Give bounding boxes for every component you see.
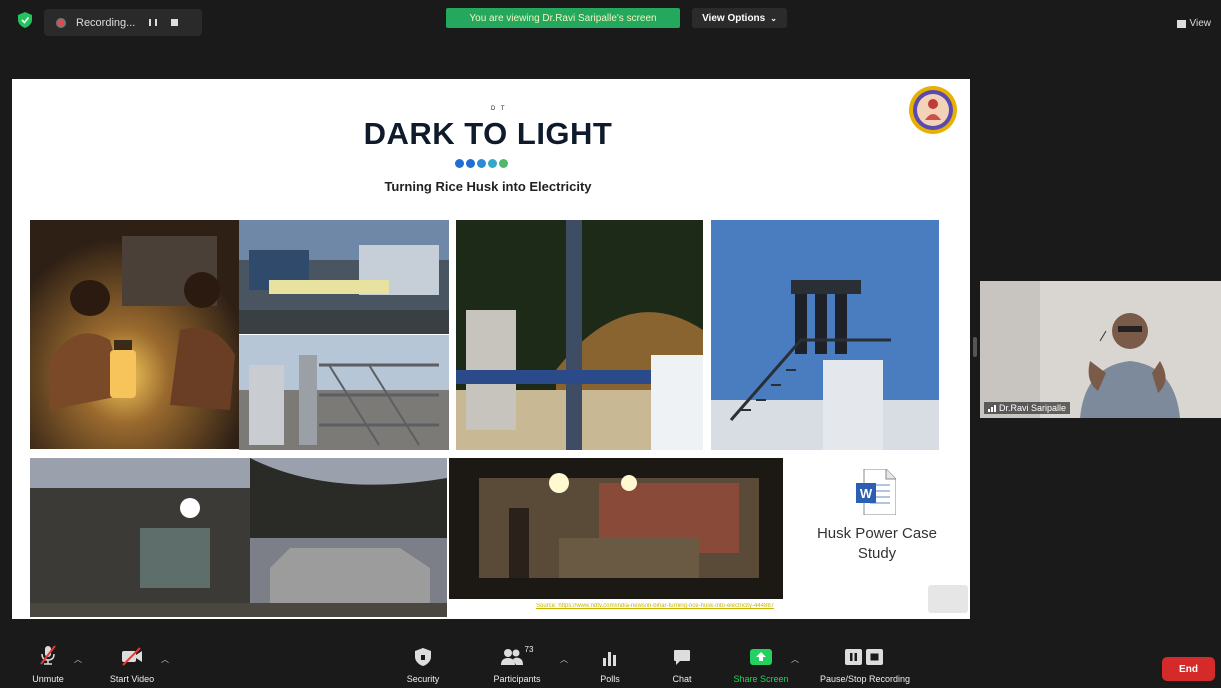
chat-button[interactable]: Chat <box>666 640 698 688</box>
security-shield-icon <box>415 648 431 666</box>
view-options-button[interactable]: View Options ⌄ <box>692 8 787 28</box>
photo-gasifier-plant <box>239 335 449 450</box>
participants-count: 73 <box>524 645 534 654</box>
share-screen-caret-icon[interactable]: ︿ <box>791 654 799 665</box>
recording-indicator: Recording... <box>44 9 202 36</box>
recording-label: Recording... <box>76 16 136 29</box>
signal-strength-icon <box>988 404 996 412</box>
stop-recording-icon[interactable] <box>171 19 179 26</box>
chat-icon <box>674 650 690 665</box>
shield-icon[interactable] <box>18 12 32 28</box>
photo-husk-pile <box>456 220 703 450</box>
unmute-button[interactable]: Unmute <box>26 640 70 688</box>
view-button[interactable]: View <box>1176 18 1212 29</box>
slide-corner-box <box>928 585 968 613</box>
grid-view-icon <box>1176 19 1186 28</box>
chat-label: Chat <box>672 674 692 684</box>
start-video-label: Start Video <box>109 674 155 684</box>
video-off-icon <box>122 647 142 666</box>
doc-icon-letter: W <box>860 486 873 501</box>
photo-building-dusk <box>30 458 447 617</box>
participant-name-tag: Dr.Ravi Saripalle <box>984 402 1071 414</box>
polls-icon <box>603 652 616 666</box>
muted-microphone-icon <box>40 645 56 665</box>
share-screen-button[interactable]: Share Screen <box>728 640 794 688</box>
meeting-toolbar: Unmute ︿ Start Video ︿ Security 73 Parti… <box>0 640 1221 688</box>
share-screen-icon <box>750 649 772 665</box>
title-dot <box>477 159 486 168</box>
pause-stop-recording-icon <box>845 649 883 665</box>
polls-label: Polls <box>600 674 620 684</box>
share-screen-label: Share Screen <box>733 674 789 684</box>
participant-name: Dr.Ravi Saripalle <box>999 403 1067 413</box>
splitter-handle[interactable] <box>973 337 977 357</box>
title-dots <box>455 159 508 168</box>
photo-children-lantern <box>30 220 239 449</box>
viewing-screen-banner: You are viewing Dr.Ravi Saripalle's scre… <box>446 8 680 28</box>
participant-video-tile[interactable]: Dr.Ravi Saripalle <box>980 281 1221 418</box>
title-dot <box>488 159 497 168</box>
title-dot <box>466 159 475 168</box>
photo-workers-tower <box>711 220 939 450</box>
shared-screen-slide: D T DARK TO LIGHT Turning Rice Husk into… <box>12 79 970 619</box>
participants-button[interactable]: 73 Participants <box>488 640 546 688</box>
view-label: View <box>1189 18 1212 29</box>
view-options-label: View Options <box>702 12 766 24</box>
word-document-icon[interactable]: W <box>856 469 896 515</box>
top-bar: Recording... You are viewing Dr.Ravi Sar… <box>0 0 1221 40</box>
security-label: Security <box>406 674 440 684</box>
start-video-button[interactable]: Start Video <box>104 640 160 688</box>
recording-dot-icon <box>56 17 66 28</box>
college-logo <box>909 86 957 134</box>
pause-recording-icon[interactable] <box>149 19 158 26</box>
chevron-down-icon: ⌄ <box>770 13 777 23</box>
participants-icon <box>500 649 523 665</box>
end-meeting-button[interactable]: End <box>1162 657 1215 681</box>
title-dot <box>499 159 508 168</box>
polls-button[interactable]: Polls <box>594 640 626 688</box>
participants-label: Participants <box>493 674 541 684</box>
security-button[interactable]: Security <box>400 640 446 688</box>
dt-mark: D T <box>491 106 507 112</box>
video-options-caret-icon[interactable]: ︿ <box>161 654 169 665</box>
participants-caret-icon[interactable]: ︿ <box>560 654 568 665</box>
title-dot <box>455 159 464 168</box>
slide-subtitle: Turning Rice Husk into Electricity <box>384 179 592 194</box>
photo-market-street <box>239 220 449 334</box>
slide-title: DARK TO LIGHT <box>363 116 613 151</box>
photo-night-shop <box>449 458 783 599</box>
audio-options-caret-icon[interactable]: ︿ <box>74 654 82 665</box>
pause-stop-recording-label: Pause/Stop Recording <box>819 674 911 684</box>
source-link[interactable]: Source: https://www.ndtv.com/india-news/… <box>536 603 936 609</box>
participant-video <box>980 281 1221 418</box>
unmute-label: Unmute <box>32 674 64 684</box>
case-study-label: Husk Power Case Study <box>816 525 938 562</box>
zoom-meeting-window: Recording... You are viewing Dr.Ravi Sar… <box>0 0 1221 688</box>
pause-stop-recording-button[interactable]: Pause/Stop Recording <box>808 640 922 688</box>
